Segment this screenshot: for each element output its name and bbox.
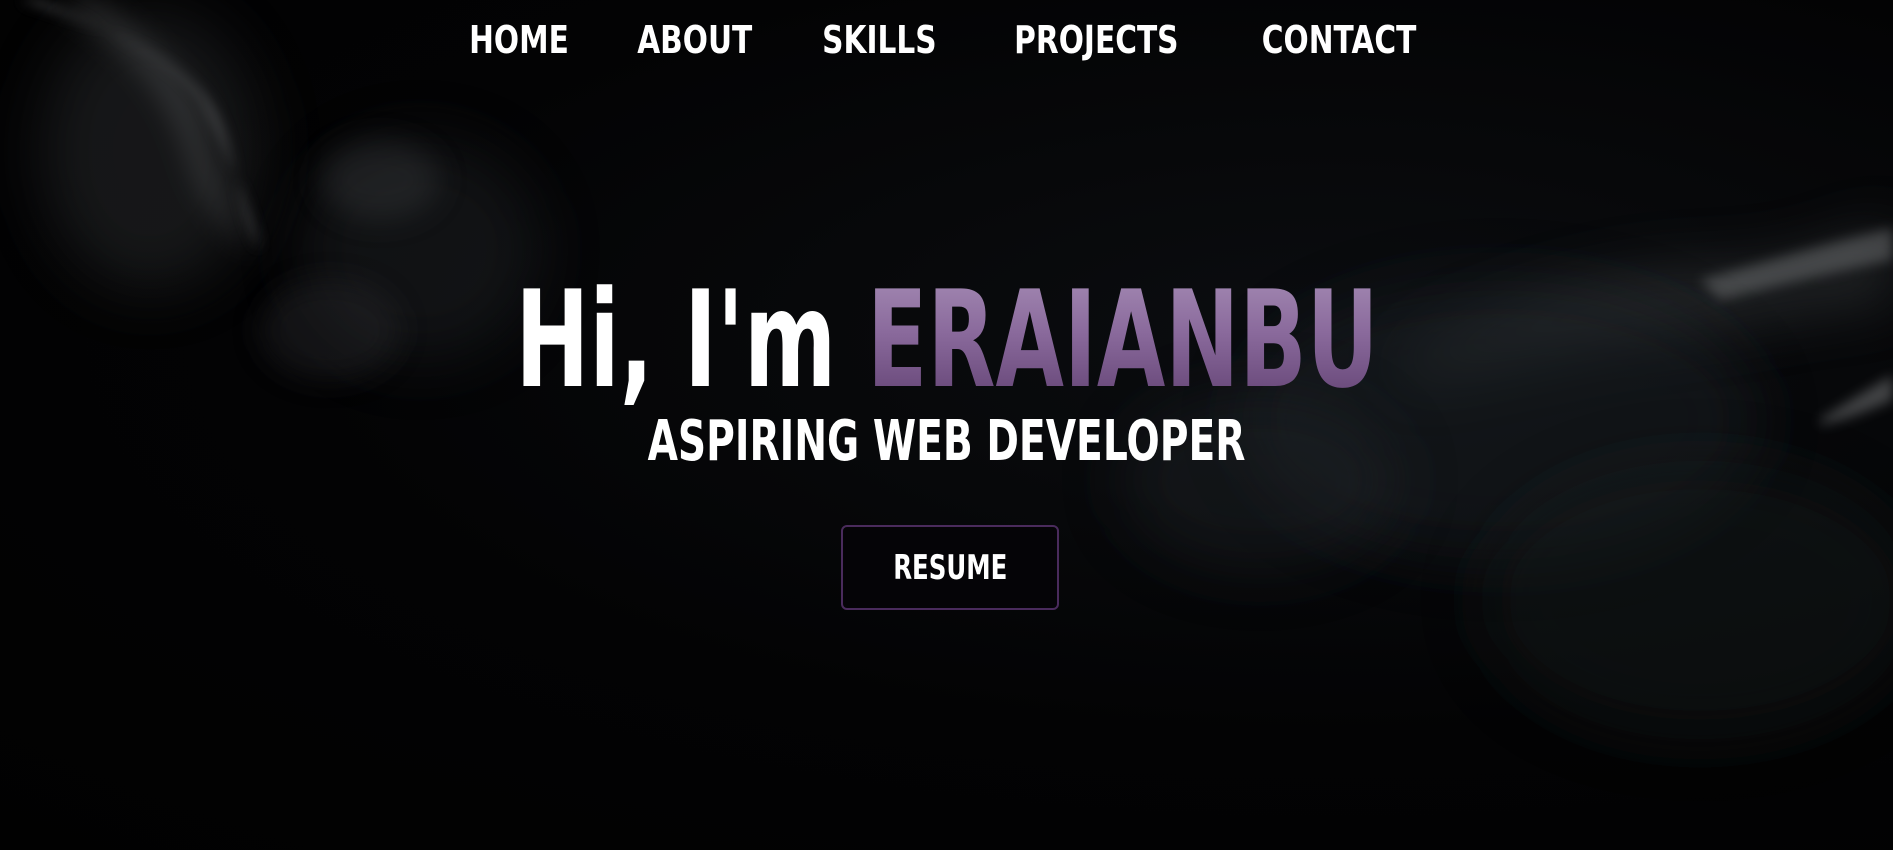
hero-name: ERAIANBU bbox=[866, 262, 1379, 418]
portfolio-page: HOME ABOUT SKILLS PROJECTS CONTACT Hi, I… bbox=[0, 0, 1893, 850]
resume-button[interactable]: RESUME bbox=[841, 525, 1059, 610]
hero-greeting: Hi, I'm bbox=[514, 262, 867, 418]
nav-item-skills[interactable]: SKILLS bbox=[823, 18, 937, 62]
hero-subtitle: ASPIRING WEB DEVELOPER bbox=[647, 408, 1246, 474]
nav-item-home[interactable]: HOME bbox=[469, 18, 569, 62]
nav-item-projects[interactable]: PROJECTS bbox=[1014, 18, 1178, 62]
resume-button-label: RESUME bbox=[892, 547, 1008, 588]
main-nav: HOME ABOUT SKILLS PROJECTS CONTACT bbox=[0, 18, 1893, 62]
nav-item-contact[interactable]: CONTACT bbox=[1262, 18, 1417, 62]
nav-item-about[interactable]: ABOUT bbox=[637, 18, 752, 62]
hero-headline: Hi, I'm ERAIANBU bbox=[515, 270, 1378, 411]
hero-section: Hi, I'm ERAIANBU ASPIRING WEB DEVELOPER bbox=[0, 270, 1893, 474]
